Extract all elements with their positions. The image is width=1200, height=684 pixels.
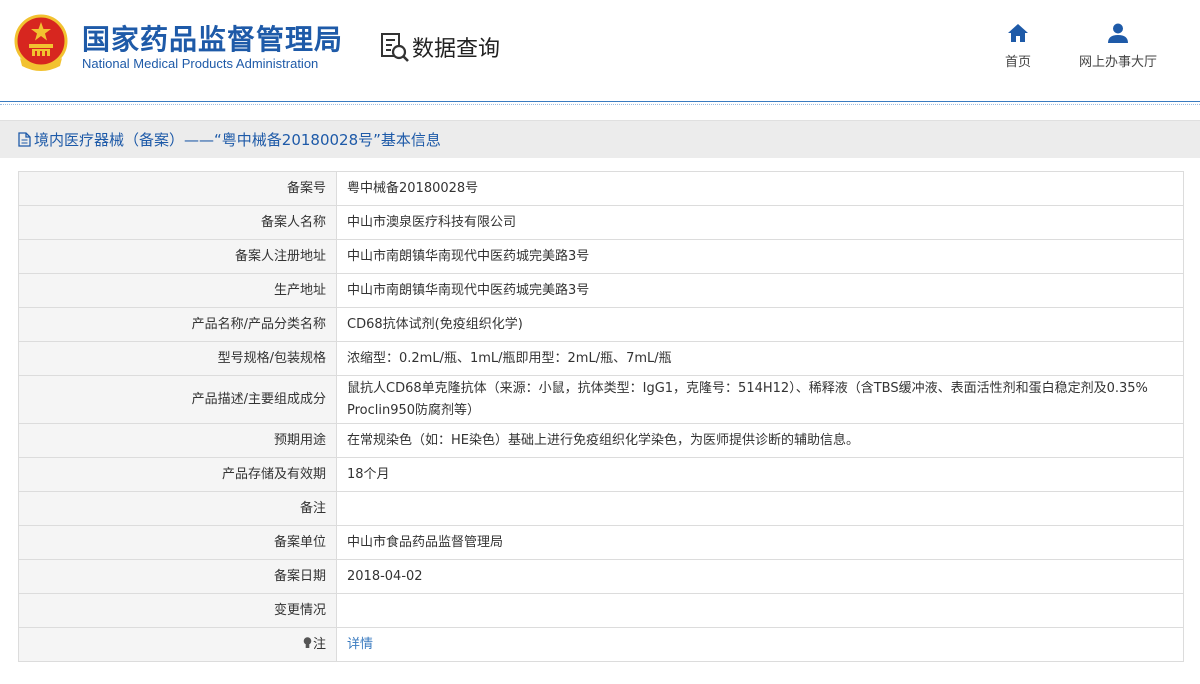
table-row: 产品描述/主要组成成分 鼠抗人CD68单克隆抗体（来源：小鼠，抗体类型：IgG1，… <box>18 375 1184 424</box>
field-value: 中山市南朗镇华南现代中医药城完美路3号 <box>336 273 1184 308</box>
field-label: 型号规格/包装规格 <box>18 341 337 376</box>
table-row: 生产地址 中山市南朗镇华南现代中医药城完美路3号 <box>18 273 1184 308</box>
table-row: 变更情况 <box>18 593 1184 628</box>
table-row: 预期用途 在常规染色（如：HE染色）基础上进行免疫组织化学染色，为医师提供诊断的辅… <box>18 423 1184 458</box>
field-value: 鼠抗人CD68单克隆抗体（来源：小鼠，抗体类型：IgG1，克隆号：514H12）… <box>336 375 1184 424</box>
site-header: 国家药品监督管理局 National Medical Products Admi… <box>0 0 1200 105</box>
table-row: 备注 <box>18 491 1184 526</box>
data-query-heading: 数据查询 <box>380 30 500 64</box>
field-label: 变更情况 <box>18 593 337 628</box>
field-label: 备案号 <box>18 171 337 206</box>
data-query-label: 数据查询 <box>412 37 501 62</box>
field-label: 备案人名称 <box>18 205 337 240</box>
site-logo-subtitle: National Medical Products Administration <box>82 56 319 71</box>
page-title-bar: 境内医疗器械（备案）——“粤中械备20180028号”基本信息 <box>0 120 1200 158</box>
nav-online-service-hall[interactable]: 网上办事大厅 <box>1070 22 1166 70</box>
nav-home[interactable]: 首页 <box>996 22 1040 70</box>
table-row: 备案单位 中山市食品药品监督管理局 <box>18 525 1184 560</box>
field-value: 浓缩型：0.2mL/瓶、1mL/瓶即用型：2mL/瓶、7mL/瓶 <box>336 341 1184 376</box>
field-label: 备案人注册地址 <box>18 239 337 274</box>
field-value <box>336 491 1184 526</box>
field-value: 18个月 <box>336 457 1184 492</box>
page-title: 境内医疗器械（备案）——“粤中械备20180028号”基本信息 <box>34 131 441 149</box>
field-label: 生产地址 <box>18 273 337 308</box>
field-value: 中山市食品药品监督管理局 <box>336 525 1184 560</box>
lightbulb-icon <box>303 636 312 648</box>
field-value <box>336 593 1184 628</box>
home-icon <box>1008 24 1028 42</box>
table-row: 备案人名称 中山市澳泉医疗科技有限公司 <box>18 205 1184 240</box>
field-label: 备案单位 <box>18 525 337 560</box>
field-value: CD68抗体试剂(免疫组织化学) <box>336 307 1184 342</box>
site-logo-title[interactable]: 国家药品监督管理局 <box>82 18 343 58</box>
table-row: 产品存储及有效期 18个月 <box>18 457 1184 492</box>
nav-online-service-hall-label: 网上办事大厅 <box>1078 55 1157 70</box>
user-icon <box>1108 23 1128 43</box>
field-value: 中山市澳泉医疗科技有限公司 <box>336 205 1184 240</box>
details-link[interactable]: 详情 <box>347 637 373 652</box>
header-divider <box>0 101 1200 105</box>
table-row: 备案人注册地址 中山市南朗镇华南现代中医药城完美路3号 <box>18 239 1184 274</box>
document-search-icon <box>381 33 409 62</box>
field-value: 粤中械备20180028号 <box>336 171 1184 206</box>
note-label: 注 <box>312 636 326 652</box>
table-row: 备案号 粤中械备20180028号 <box>18 171 1184 206</box>
field-label: 产品描述/主要组成成分 <box>18 375 337 424</box>
field-label: 备注 <box>18 491 337 526</box>
field-label: 预期用途 <box>18 423 337 458</box>
table-row: 型号规格/包装规格 浓缩型：0.2mL/瓶、1mL/瓶即用型：2mL/瓶、7mL/… <box>18 341 1184 376</box>
table-row-note: 注 详情 <box>18 627 1184 662</box>
table-row: 备案日期 2018-04-02 <box>18 559 1184 594</box>
field-label: 产品存储及有效期 <box>18 457 337 492</box>
record-info-table: 备案号 粤中械备20180028号 备案人名称 中山市澳泉医疗科技有限公司 备案人注册地… <box>18 171 1184 662</box>
note-field-value: 详情 <box>336 627 1184 662</box>
field-value: 2018-04-02 <box>336 559 1184 594</box>
nav-home-label: 首页 <box>1004 55 1031 70</box>
field-value: 在常规染色（如：HE染色）基础上进行免疫组织化学染色，为医师提供诊断的辅助信息。 <box>336 423 1184 458</box>
field-value: 中山市南朗镇华南现代中医药城完美路3号 <box>336 239 1184 274</box>
field-label: 备案日期 <box>18 559 337 594</box>
national-emblem-icon <box>14 14 68 71</box>
field-label: 产品名称/产品分类名称 <box>18 307 337 342</box>
document-icon <box>18 132 31 147</box>
note-field-label: 注 <box>18 627 337 662</box>
table-row: 产品名称/产品分类名称 CD68抗体试剂(免疫组织化学) <box>18 307 1184 342</box>
